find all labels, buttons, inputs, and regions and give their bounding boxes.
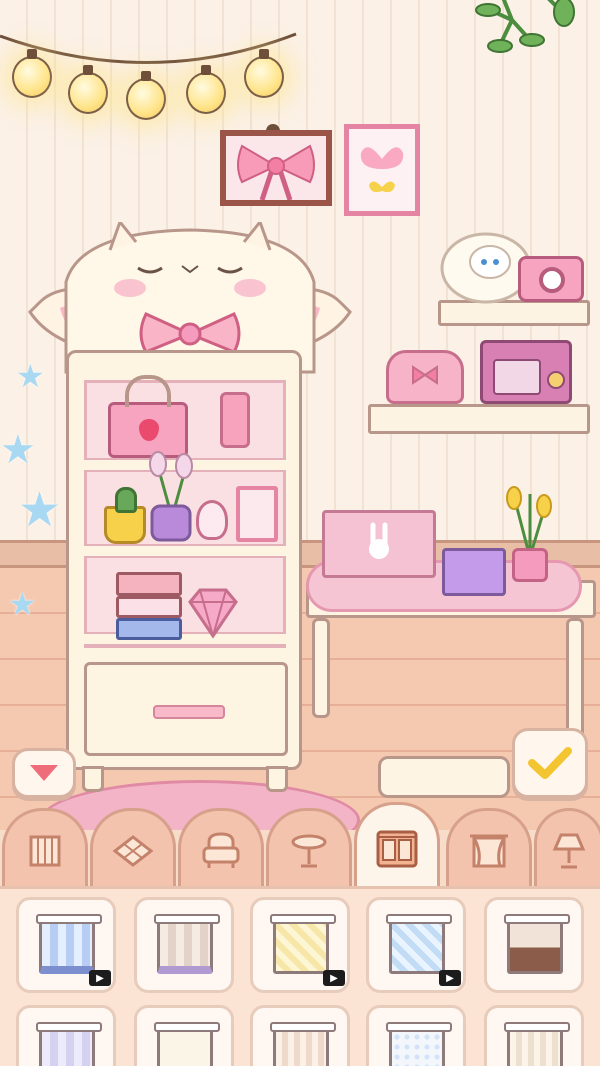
tulip-pot[interactable] (144, 444, 200, 544)
item-card[interactable]: ▶ (366, 897, 466, 993)
tab-table[interactable] (266, 808, 352, 890)
floor-tile-icon (112, 834, 154, 867)
bunny-laptop[interactable] (322, 510, 436, 578)
tab-lamp[interactable] (534, 808, 600, 890)
strawberry-icon (139, 419, 159, 441)
pink-diamond[interactable] (184, 586, 242, 640)
cabinet-foot (82, 766, 104, 792)
item-card[interactable] (134, 1005, 234, 1066)
checkmark-icon (528, 747, 572, 779)
radio-speaker (493, 359, 541, 395)
item-card[interactable] (366, 1005, 466, 1066)
desk-leg (312, 618, 330, 718)
cabinet-icon (376, 830, 418, 867)
string-lights[interactable] (0, 0, 320, 140)
star-icon: ★ (18, 482, 62, 538)
cabinet-shelf (84, 544, 286, 558)
star-icon: ★ (8, 585, 37, 623)
item-card[interactable]: ▶ (16, 897, 116, 993)
cabinet-drawer[interactable] (84, 662, 288, 756)
wallpaper-swatch (386, 1022, 452, 1066)
tab-cabinet[interactable] (354, 802, 440, 892)
potion-bottle[interactable] (196, 500, 228, 540)
curtain-window-icon (470, 834, 508, 867)
radio-knob (547, 371, 565, 389)
camera-lens-icon (539, 267, 565, 293)
handbag-handle (125, 375, 171, 407)
yellow-tulip-plant[interactable] (500, 484, 560, 554)
bow-icon (237, 144, 315, 201)
butterfly-picture[interactable] (344, 124, 420, 216)
wallpaper-swatch (36, 1022, 102, 1066)
wallpaper-swatch (36, 914, 102, 974)
wallpaper-swatch (386, 914, 452, 974)
book (116, 596, 182, 618)
bow-painting[interactable] (220, 130, 332, 206)
drawer-handle (153, 705, 225, 719)
book (116, 572, 182, 596)
retro-radio[interactable] (480, 340, 572, 404)
butterfly-icon (360, 147, 404, 193)
pink-camera[interactable] (518, 256, 584, 302)
item-card[interactable] (134, 897, 234, 993)
lamp-icon (552, 833, 586, 868)
cabinet-foot (266, 766, 288, 792)
wallpaper-swatch (270, 914, 336, 974)
armchair-icon (202, 831, 240, 868)
perfume-bottle[interactable] (220, 392, 250, 448)
book (116, 618, 182, 640)
confirm-button[interactable] (512, 728, 588, 798)
bow-icon (412, 365, 438, 385)
tab-wallpaper[interactable] (2, 808, 88, 890)
purple-book[interactable] (442, 548, 506, 596)
photo-frame[interactable] (236, 486, 278, 542)
item-card[interactable] (484, 1005, 584, 1066)
item-card[interactable] (16, 1005, 116, 1066)
tab-window[interactable] (446, 808, 532, 890)
tulip-pot (512, 548, 548, 582)
collapse-panel-button[interactable] (12, 748, 76, 798)
book-stack[interactable] (116, 572, 182, 642)
wall-shelf-lower (368, 404, 590, 434)
cactus-pot[interactable] (104, 487, 146, 544)
wallpaper-swatch (154, 1022, 220, 1066)
item-card[interactable] (484, 897, 584, 993)
item-card[interactable] (250, 1005, 350, 1066)
video-ad-icon: ▶ (439, 970, 461, 986)
hanging-plant[interactable] (460, 0, 580, 70)
wallpaper-swatch (270, 1022, 336, 1066)
item-card[interactable]: ▶ (250, 897, 350, 993)
triangle-down-icon (30, 765, 58, 781)
wallpaper-swatch (504, 914, 570, 974)
cactus-icon (115, 487, 137, 513)
video-ad-icon: ▶ (323, 970, 345, 986)
round-table-icon (291, 834, 327, 867)
wallpaper-swatch (154, 914, 220, 974)
pink-purse[interactable] (386, 350, 464, 404)
light-bulb (12, 49, 52, 98)
category-tabs (0, 802, 600, 892)
light-bulb (126, 71, 166, 120)
light-bulb (68, 65, 108, 114)
room-scene: ★ ★ ★ ★ (0, 0, 600, 830)
wallpaper-icon (29, 835, 61, 866)
cushion-stool[interactable] (378, 756, 510, 798)
tab-seat[interactable] (178, 808, 264, 890)
item-panel: ▶ ▶ ▶ (0, 886, 600, 1066)
star-icon: ★ (0, 427, 36, 473)
light-bulb (244, 49, 284, 98)
video-ad-icon: ▶ (89, 970, 111, 986)
bunny-icon (369, 522, 389, 559)
light-bulb (186, 65, 226, 114)
tab-floor[interactable] (90, 808, 176, 890)
wallpaper-swatch (504, 1022, 570, 1066)
